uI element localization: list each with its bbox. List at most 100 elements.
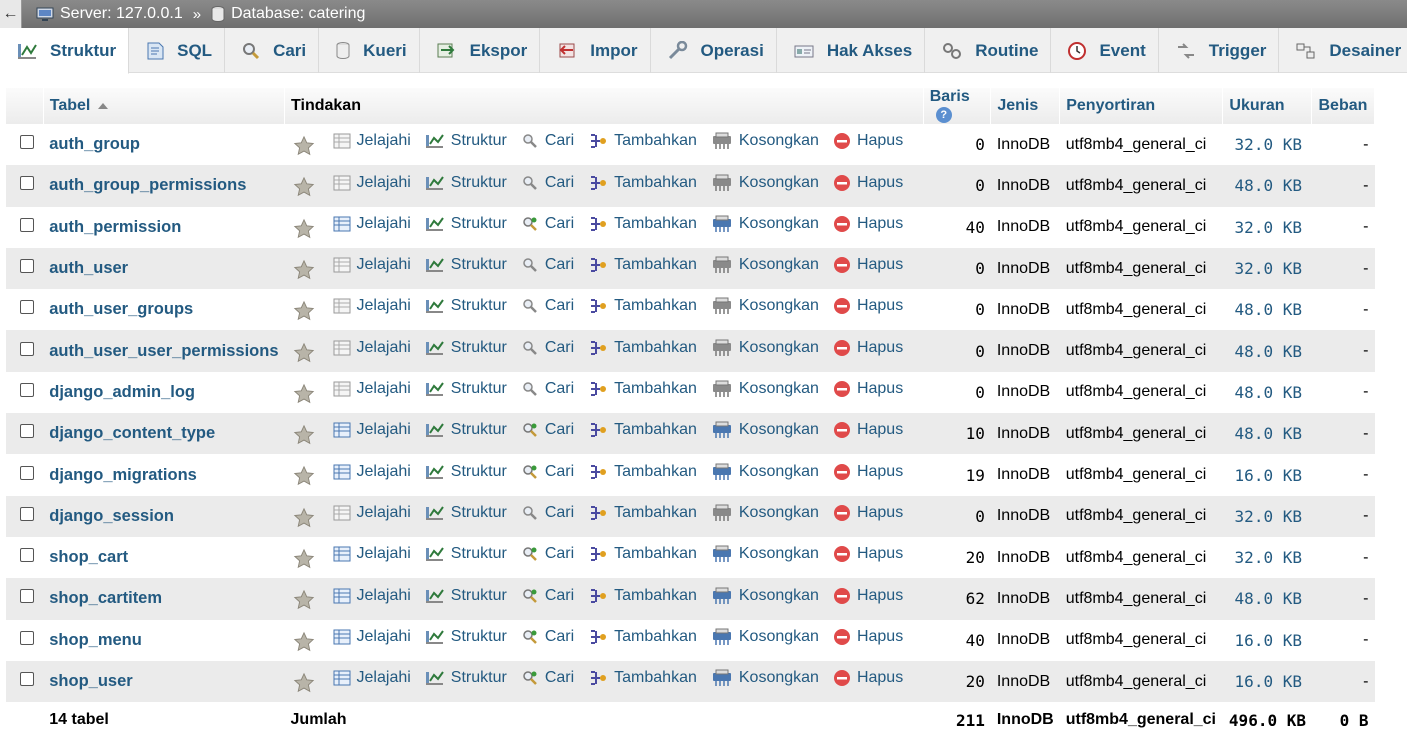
drop-action[interactable]: Hapus <box>833 297 903 315</box>
back-arrow-button[interactable]: ← <box>0 0 22 28</box>
structure-action[interactable]: Struktur <box>425 421 507 439</box>
browse-action[interactable]: Jelajahi <box>333 174 411 192</box>
help-icon[interactable]: ? <box>935 106 952 123</box>
insert-action-label[interactable]: Tambahkan <box>614 587 697 605</box>
table-name-link[interactable]: shop_user <box>49 672 132 690</box>
empty-action[interactable]: Kosongkan <box>711 587 819 605</box>
breadcrumb-server-label[interactable]: Server: 127.0.0.1 <box>60 5 183 23</box>
structure-action[interactable]: Struktur <box>425 256 507 274</box>
table-name-link[interactable]: shop_menu <box>49 631 142 649</box>
empty-action-label[interactable]: Kosongkan <box>739 297 819 315</box>
insert-action[interactable]: Tambahkan <box>588 297 697 315</box>
search-action-label[interactable]: Cari <box>545 669 574 687</box>
insert-action-label[interactable]: Tambahkan <box>614 628 697 646</box>
search-action-label[interactable]: Cari <box>545 421 574 439</box>
row-checkbox[interactable] <box>20 176 34 191</box>
table-size[interactable]: 32.0 KB <box>1222 247 1312 290</box>
star-icon[interactable] <box>293 383 315 405</box>
browse-action-label[interactable]: Jelajahi <box>357 256 411 274</box>
star-icon[interactable] <box>293 465 315 487</box>
table-name-link[interactable]: auth_user <box>49 259 128 277</box>
drop-action[interactable]: Hapus <box>833 545 903 563</box>
structure-action-label[interactable]: Struktur <box>451 463 507 481</box>
empty-action-label[interactable]: Kosongkan <box>739 463 819 481</box>
table-size[interactable]: 48.0 KB <box>1222 289 1312 331</box>
insert-action-label[interactable]: Tambahkan <box>614 256 697 274</box>
insert-action[interactable]: Tambahkan <box>588 628 697 646</box>
insert-action-label[interactable]: Tambahkan <box>614 421 697 439</box>
structure-action-label[interactable]: Struktur <box>451 215 507 233</box>
structure-action[interactable]: Struktur <box>425 545 507 563</box>
browse-action-label[interactable]: Jelajahi <box>357 380 411 398</box>
row-checkbox[interactable] <box>20 382 34 397</box>
header-table-label[interactable]: Tabel <box>50 97 91 114</box>
empty-action-label[interactable]: Kosongkan <box>739 587 819 605</box>
table-size[interactable]: 48.0 KB <box>1222 578 1312 620</box>
empty-action-label[interactable]: Kosongkan <box>739 669 819 687</box>
browse-action-label[interactable]: Jelajahi <box>357 132 411 150</box>
browse-action[interactable]: Jelajahi <box>333 463 411 481</box>
insert-action-label[interactable]: Tambahkan <box>614 297 697 315</box>
table-size[interactable]: 16.0 KB <box>1222 660 1312 703</box>
empty-action-label[interactable]: Kosongkan <box>739 215 819 233</box>
table-size[interactable]: 48.0 KB <box>1222 413 1312 455</box>
insert-action-label[interactable]: Tambahkan <box>614 463 697 481</box>
tab-kueri[interactable]: Kueri <box>319 28 420 73</box>
table-size[interactable]: 32.0 KB <box>1222 495 1312 537</box>
empty-action[interactable]: Kosongkan <box>711 669 819 687</box>
empty-action[interactable]: Kosongkan <box>711 132 819 150</box>
row-checkbox[interactable] <box>20 217 34 232</box>
structure-action-label[interactable]: Struktur <box>451 669 507 687</box>
header-rows-label[interactable]: Baris <box>930 88 970 105</box>
structure-action-label[interactable]: Struktur <box>451 628 507 646</box>
empty-action[interactable]: Kosongkan <box>711 628 819 646</box>
structure-action-label[interactable]: Struktur <box>451 421 507 439</box>
tab-operasi[interactable]: Operasi <box>651 28 777 73</box>
table-size[interactable]: 16.0 KB <box>1222 454 1312 496</box>
table-name-link[interactable]: auth_user_groups <box>49 300 193 318</box>
header-type[interactable]: Jenis <box>990 88 1061 124</box>
drop-action[interactable]: Hapus <box>833 256 903 274</box>
row-checkbox[interactable] <box>20 589 34 604</box>
breadcrumb-database[interactable]: Database: catering <box>211 5 365 23</box>
star-icon[interactable] <box>293 300 315 322</box>
insert-action[interactable]: Tambahkan <box>588 587 697 605</box>
browse-action-label[interactable]: Jelajahi <box>357 174 411 192</box>
empty-action[interactable]: Kosongkan <box>711 545 819 563</box>
insert-action[interactable]: Tambahkan <box>588 256 697 274</box>
search-action-label[interactable]: Cari <box>545 587 574 605</box>
browse-action[interactable]: Jelajahi <box>333 256 411 274</box>
browse-action-label[interactable]: Jelajahi <box>357 504 411 522</box>
empty-action-label[interactable]: Kosongkan <box>739 339 819 357</box>
empty-action[interactable]: Kosongkan <box>711 174 819 192</box>
insert-action-label[interactable]: Tambahkan <box>614 174 697 192</box>
empty-action-label[interactable]: Kosongkan <box>739 421 819 439</box>
browse-action-label[interactable]: Jelajahi <box>357 669 411 687</box>
tab-sql[interactable]: SQL <box>129 28 226 73</box>
table-size[interactable]: 16.0 KB <box>1222 619 1312 661</box>
structure-action[interactable]: Struktur <box>425 339 507 357</box>
table-name-link[interactable]: auth_group <box>49 135 140 153</box>
browse-action-label[interactable]: Jelajahi <box>357 545 411 563</box>
drop-action-label[interactable]: Hapus <box>857 174 903 192</box>
browse-action[interactable]: Jelajahi <box>333 628 411 646</box>
empty-action[interactable]: Kosongkan <box>711 504 819 522</box>
browse-action[interactable]: Jelajahi <box>333 421 411 439</box>
star-icon[interactable] <box>293 342 315 364</box>
tab-impor[interactable]: Impor <box>540 28 651 73</box>
structure-action[interactable]: Struktur <box>425 463 507 481</box>
empty-action-label[interactable]: Kosongkan <box>739 256 819 274</box>
browse-action[interactable]: Jelajahi <box>333 504 411 522</box>
browse-action[interactable]: Jelajahi <box>333 545 411 563</box>
table-name-link[interactable]: django_session <box>49 507 174 525</box>
search-action-label[interactable]: Cari <box>545 628 574 646</box>
table-size[interactable]: 48.0 KB <box>1222 165 1312 207</box>
insert-action[interactable]: Tambahkan <box>588 339 697 357</box>
browse-action-label[interactable]: Jelajahi <box>357 339 411 357</box>
star-icon[interactable] <box>293 548 315 570</box>
structure-action-label[interactable]: Struktur <box>451 132 507 150</box>
structure-action-label[interactable]: Struktur <box>451 256 507 274</box>
insert-action-label[interactable]: Tambahkan <box>614 215 697 233</box>
star-icon[interactable] <box>293 507 315 529</box>
star-icon[interactable] <box>293 424 315 446</box>
